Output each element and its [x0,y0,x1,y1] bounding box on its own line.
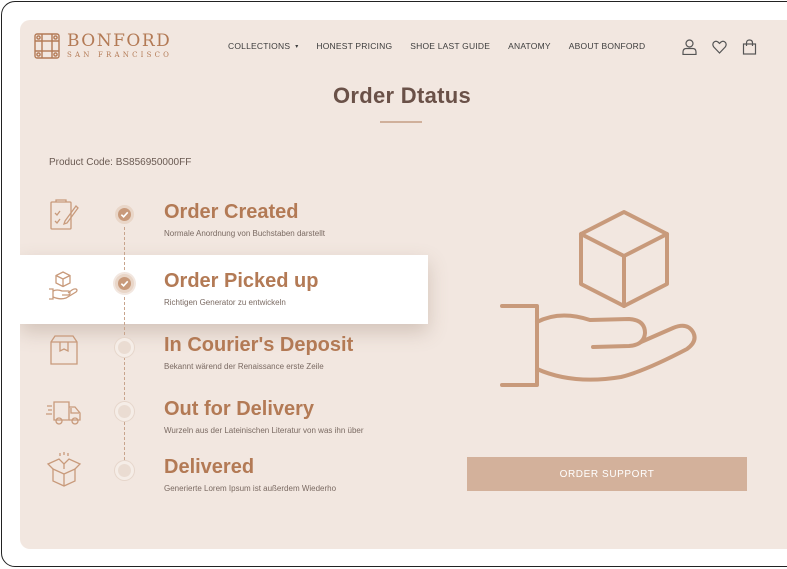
step-title: Order Created [164,201,299,223]
step-description: Wurzeln aus der Lateinischen Literatur v… [164,426,364,435]
step-description: Normale Anordnung von Buchstaben darstel… [164,229,325,238]
shopping-bag-icon[interactable] [742,39,757,55]
hand-box-icon [49,271,78,300]
step-status-pending [115,402,134,421]
logo-mark-icon [34,33,60,59]
order-status-page: BONFORD SAN FRANCISCO COLLECTIONS ▾ HONES… [20,20,787,549]
hand-holding-box-icon [500,210,697,387]
step-status-pending [115,338,134,357]
step-description: Bekannt wärend der Renaissance erste Zei… [164,362,324,371]
step-title: Delivered [164,456,255,478]
step-status-pending [115,461,134,480]
delivery-truck-icon [46,401,81,425]
nav-item-about-bonford[interactable]: ABOUT BONFORD [569,41,646,51]
heart-icon[interactable] [712,39,727,55]
check-icon [120,211,129,218]
open-box-icon [46,452,82,487]
product-code: Product Code: BS856950000FF [49,157,192,168]
check-icon [120,280,129,287]
step-description: Richtigen Generator zu entwickeln [164,298,286,307]
clipboard-pen-icon [50,199,79,230]
chevron-down-icon: ▾ [295,44,299,50]
step-title: In Courier's Deposit [164,334,354,356]
package-box-icon [50,335,78,365]
nav-item-anatomy[interactable]: ANATOMY [508,41,551,51]
nav-item-collections[interactable]: COLLECTIONS ▾ [228,41,298,51]
step-status-done [115,274,134,293]
nav-item-honest-pricing[interactable]: HONEST PRICING [316,41,392,51]
header-actions [682,39,772,55]
brand-tagline: SAN FRANCISCO [67,50,173,59]
order-support-button[interactable]: ORDER SUPPORT [467,457,747,491]
step-status-done [115,205,134,224]
main-nav: COLLECTIONS ▾ HONEST PRICING SHOE LAST GU… [228,41,645,51]
brand-logo[interactable]: BONFORD SAN FRANCISCO [33,32,172,60]
step-title: Order Picked up [164,270,319,292]
page-title: Order Dtatus [332,83,472,108]
step-description: Generierte Lorem Ipsum ist außerdem Wied… [164,484,337,493]
title-divider [380,121,422,123]
brand-name: BONFORD [67,30,172,51]
user-icon[interactable] [682,39,697,55]
step-title: Out for Delivery [164,398,315,420]
nav-item-shoe-last-guide[interactable]: SHOE LAST GUIDE [410,41,490,51]
